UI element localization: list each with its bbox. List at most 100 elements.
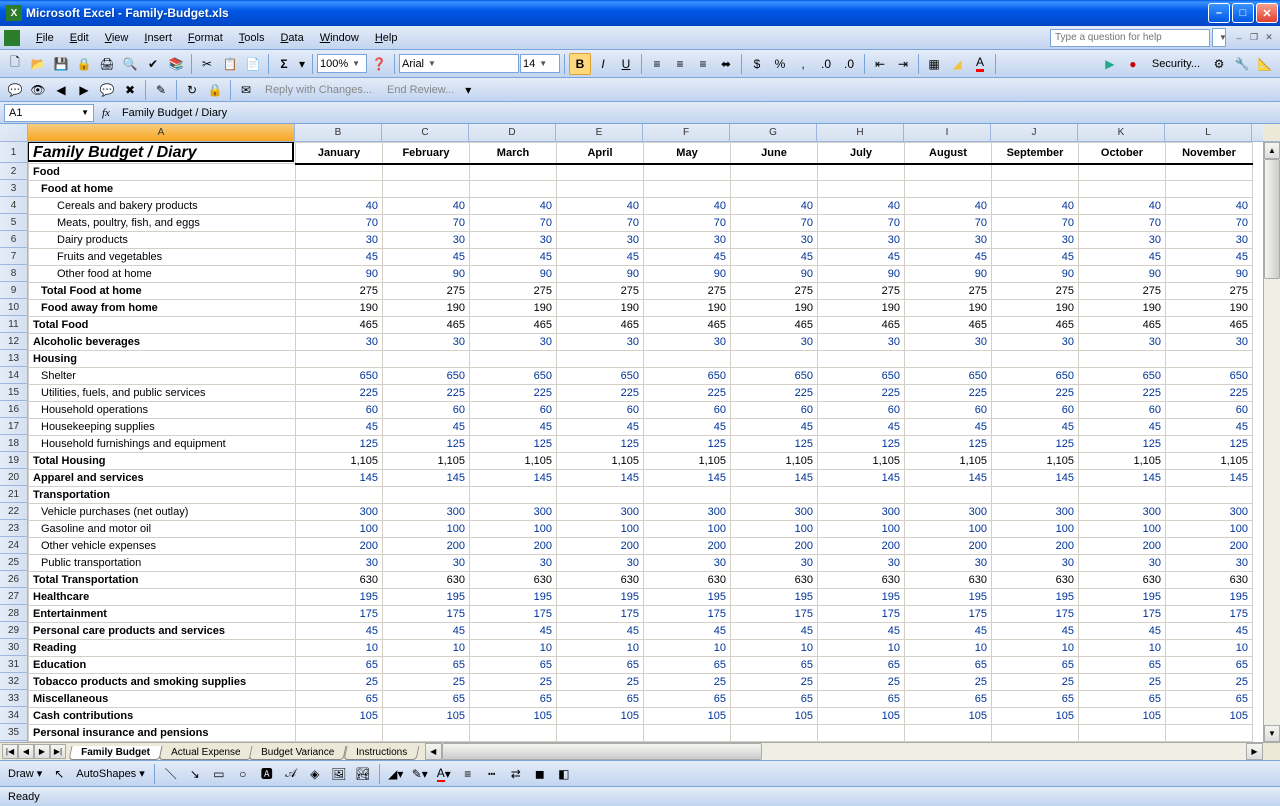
cell[interactable] — [557, 181, 644, 198]
cell[interactable]: 45 — [992, 249, 1079, 266]
cell[interactable]: 1,105 — [296, 453, 383, 470]
cell[interactable]: 65 — [1079, 657, 1166, 674]
cell[interactable]: 30 — [818, 555, 905, 572]
cell[interactable]: 30 — [383, 232, 470, 249]
cell[interactable]: 30 — [992, 555, 1079, 572]
cell[interactable]: 100 — [731, 521, 818, 538]
cell[interactable]: 200 — [818, 538, 905, 555]
row-header-15[interactable]: 15 — [0, 384, 27, 401]
cell[interactable]: 65 — [905, 657, 992, 674]
cell[interactable]: Shelter — [29, 368, 296, 385]
grid-row[interactable]: Household operations60606060606060606060… — [29, 402, 1253, 419]
cell[interactable] — [470, 164, 557, 181]
cell[interactable]: 30 — [1166, 555, 1253, 572]
cell[interactable]: 190 — [1166, 300, 1253, 317]
cell[interactable]: 30 — [296, 555, 383, 572]
cell[interactable] — [1079, 487, 1166, 504]
row-header-35[interactable]: 35 — [0, 724, 27, 741]
cell[interactable]: 25 — [905, 674, 992, 691]
vba-button[interactable]: ⚙ — [1208, 53, 1230, 75]
cell[interactable] — [644, 725, 731, 742]
cell[interactable]: 125 — [644, 436, 731, 453]
cell[interactable]: 630 — [470, 572, 557, 589]
cell[interactable] — [644, 164, 731, 181]
cell[interactable] — [731, 164, 818, 181]
menu-tools[interactable]: Tools — [231, 30, 273, 46]
grid-row[interactable]: Miscellaneous6565656565656565656565 — [29, 691, 1253, 708]
cell[interactable]: 65 — [557, 691, 644, 708]
grid-row[interactable]: Utilities, fuels, and public services 225… — [29, 385, 1253, 402]
cell[interactable]: 195 — [992, 589, 1079, 606]
cell[interactable]: 70 — [383, 215, 470, 232]
cell[interactable]: July — [818, 143, 905, 164]
decrease-indent-button[interactable]: ⇤ — [869, 53, 891, 75]
cell[interactable]: 200 — [905, 538, 992, 555]
next-comment-button[interactable]: ▶ — [73, 79, 95, 101]
cell[interactable]: 90 — [383, 266, 470, 283]
cell[interactable]: 175 — [557, 606, 644, 623]
cell[interactable]: October — [1079, 143, 1166, 164]
cell[interactable]: 45 — [470, 249, 557, 266]
cell[interactable] — [818, 487, 905, 504]
cell[interactable]: 1,105 — [905, 453, 992, 470]
cell[interactable]: Tobacco products and smoking supplies — [29, 674, 296, 691]
cell[interactable]: Family Budget / Diary — [29, 143, 296, 164]
cell[interactable]: 190 — [383, 300, 470, 317]
show-comment-button[interactable]: 👁 — [27, 79, 49, 101]
cell[interactable]: 145 — [296, 470, 383, 487]
grid-row[interactable]: Education6565656565656565656565 — [29, 657, 1253, 674]
row-header-27[interactable]: 27 — [0, 588, 27, 605]
row-header-33[interactable]: 33 — [0, 690, 27, 707]
underline-button[interactable]: U — [615, 53, 637, 75]
cell[interactable]: 25 — [731, 674, 818, 691]
cell[interactable]: 30 — [557, 232, 644, 249]
cell[interactable]: Other food at home — [29, 266, 296, 283]
cell[interactable]: 60 — [644, 402, 731, 419]
cell[interactable]: 45 — [383, 419, 470, 436]
cell[interactable]: 630 — [557, 572, 644, 589]
diagram-button[interactable]: ◈ — [304, 763, 326, 785]
line-style-button[interactable]: ≡ — [457, 763, 479, 785]
cell[interactable]: 1,105 — [1166, 453, 1253, 470]
grid-row[interactable]: Housekeeping supplies4545454545454545454… — [29, 419, 1253, 436]
cell[interactable] — [992, 164, 1079, 181]
rectangle-button[interactable]: ▭ — [208, 763, 230, 785]
cell[interactable]: 10 — [992, 640, 1079, 657]
cell[interactable]: 300 — [1166, 504, 1253, 521]
row-header-11[interactable]: 11 — [0, 316, 27, 333]
grid-row[interactable]: Personal insurance and pensions — [29, 725, 1253, 742]
grid-row[interactable]: Apparel and services14514514514514514514… — [29, 470, 1253, 487]
cell[interactable]: 190 — [818, 300, 905, 317]
tab-next-button[interactable]: ▶ — [34, 744, 50, 759]
cell[interactable]: Apparel and services — [29, 470, 296, 487]
cell[interactable]: 100 — [818, 521, 905, 538]
cell[interactable]: Reading — [29, 640, 296, 657]
cell[interactable]: 630 — [905, 572, 992, 589]
cell[interactable]: 105 — [905, 708, 992, 725]
cell[interactable]: Personal insurance and pensions — [29, 725, 296, 742]
cell[interactable]: 225 — [557, 385, 644, 402]
security-button[interactable]: Security... — [1145, 55, 1207, 73]
cell[interactable]: 30 — [992, 232, 1079, 249]
select-objects-button[interactable]: ↖ — [48, 763, 70, 785]
cell[interactable]: 60 — [557, 402, 644, 419]
doc-restore-button[interactable]: ❐ — [1247, 31, 1261, 45]
help-search-input[interactable] — [1050, 29, 1210, 47]
cell[interactable]: 45 — [905, 623, 992, 640]
help-button[interactable]: ❓ — [368, 53, 390, 75]
cell[interactable]: 90 — [818, 266, 905, 283]
cell[interactable]: 105 — [470, 708, 557, 725]
cell[interactable]: 40 — [1079, 198, 1166, 215]
cell[interactable]: 25 — [296, 674, 383, 691]
cell[interactable]: 30 — [557, 555, 644, 572]
cell[interactable]: 630 — [992, 572, 1079, 589]
cell[interactable]: Utilities, fuels, and public services — [29, 385, 296, 402]
cell[interactable]: 275 — [818, 283, 905, 300]
cell[interactable]: 30 — [992, 334, 1079, 351]
cell[interactable]: 650 — [818, 368, 905, 385]
cell[interactable] — [818, 725, 905, 742]
cell[interactable]: Housekeeping supplies — [29, 419, 296, 436]
cell[interactable]: 145 — [818, 470, 905, 487]
tab-prev-button[interactable]: ◀ — [18, 744, 34, 759]
new-button[interactable]: 🗋 — [4, 53, 26, 75]
